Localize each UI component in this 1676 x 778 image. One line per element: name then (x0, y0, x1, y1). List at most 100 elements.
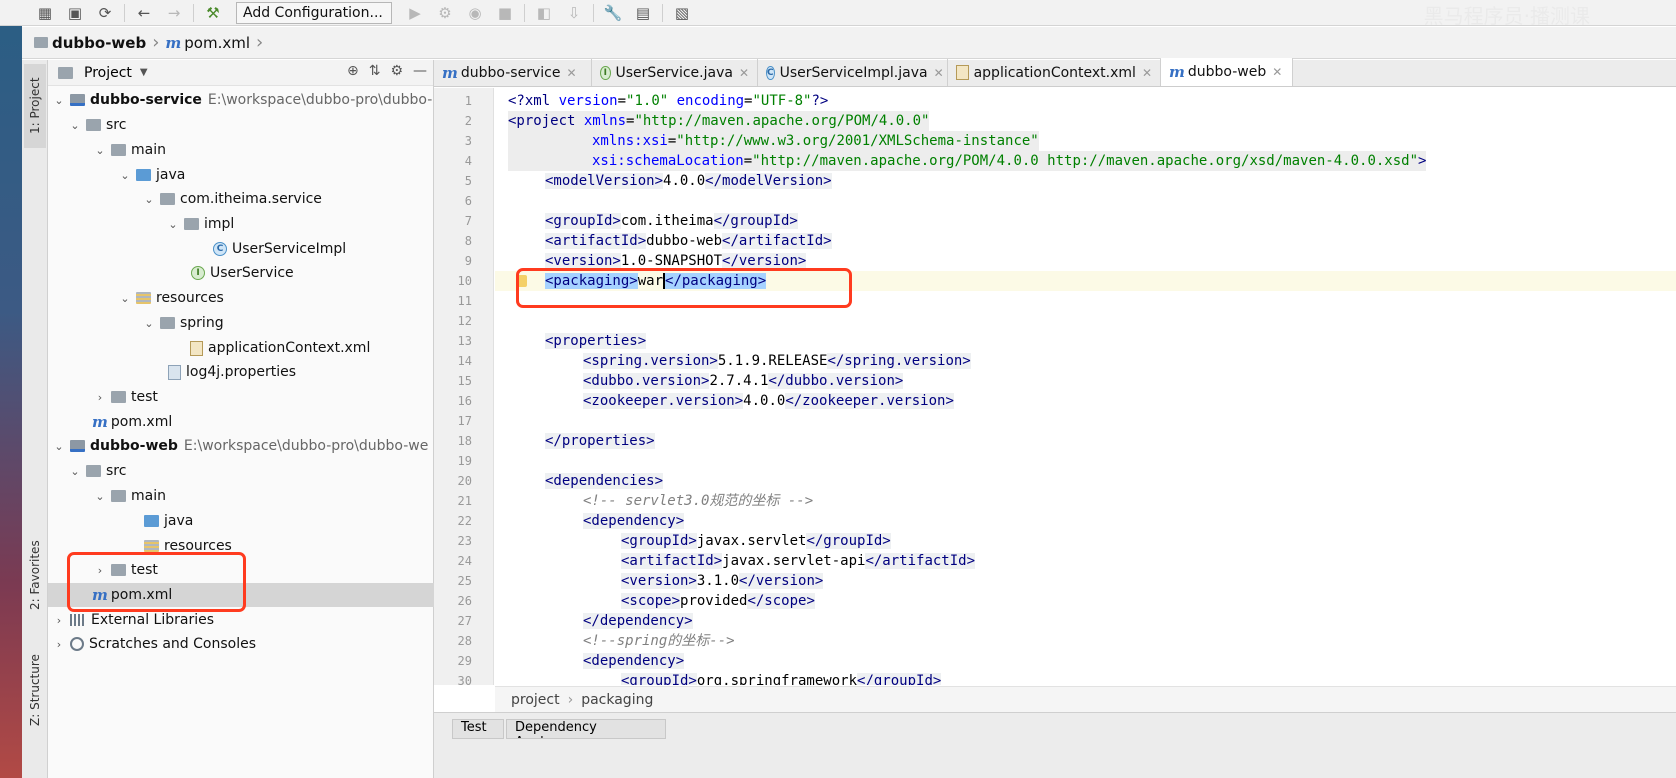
close-icon[interactable]: ✕ (739, 66, 749, 80)
tab-userservice-java[interactable]: I UserService.java ✕ (592, 59, 758, 86)
tree-item-java[interactable]: java (48, 509, 434, 533)
token: xmlns (583, 113, 627, 129)
chevron-down-icon[interactable]: ⌄ (142, 193, 156, 206)
code-line-24: <artifactId>javax.servlet-api</artifactI… (621, 551, 976, 571)
project-view-icon (58, 66, 73, 79)
tree-item-dubbo-web[interactable]: ⌄ dubbo-web E:\workspace\dubbo-pro\dubbo-w… (48, 434, 434, 458)
bottom-tab-test[interactable]: Test (452, 719, 504, 739)
module-path: E:\workspace\dubbo-pro\dubbo-we (183, 438, 429, 454)
maven-icon: m (1169, 63, 1185, 81)
breadcrumb-project[interactable]: project (511, 692, 560, 708)
tree-item-package[interactable]: ⌄ com.itheima.service (48, 187, 434, 211)
chevron-down-icon[interactable]: ⌄ (142, 317, 156, 330)
token: <dubbo.version> (583, 373, 710, 389)
chevron-right-icon[interactable]: › (93, 391, 107, 404)
line-number: 15 (457, 374, 472, 388)
chevron-right-icon[interactable]: › (52, 614, 66, 627)
run-configuration-select[interactable]: Add Configuration... (236, 1, 392, 24)
chevron-down-icon[interactable]: ⌄ (118, 292, 132, 305)
save-icon[interactable]: ▣ (60, 1, 90, 25)
tab-dubbo-web[interactable]: m dubbo-web ✕ (1161, 58, 1293, 86)
settings-wrench-icon[interactable]: 🔧 (598, 1, 628, 25)
tab-userserviceimpl-java[interactable]: C UserServiceImpl.java ✕ (758, 59, 948, 86)
tree-item-resources[interactable]: ⌄ resources (48, 286, 434, 310)
collapse-icon[interactable]: ⇅ (369, 63, 381, 79)
tool-tab-project[interactable]: 1: Project (24, 64, 46, 148)
chevron-down-icon[interactable]: ⌄ (68, 465, 82, 478)
run-icon[interactable]: ▶ (400, 1, 430, 25)
bottom-tab-dependency-analyzer[interactable]: Dependency Analyzer (506, 719, 666, 739)
breadcrumb-packaging[interactable]: packaging (581, 692, 653, 708)
tree-item-userserviceimpl[interactable]: C UserServiceImpl (48, 237, 434, 261)
interface-icon: I (600, 65, 611, 80)
chevron-down-icon[interactable]: ⌄ (118, 169, 132, 182)
stop-icon[interactable]: ■ (490, 1, 520, 25)
close-icon[interactable]: ✕ (934, 66, 944, 80)
chevron-right-icon[interactable]: › (52, 638, 66, 651)
tree-item-scratches[interactable]: › Scratches and Consoles (48, 632, 434, 656)
token: xsi:schemaLocation (592, 153, 744, 169)
tree-item-impl[interactable]: ⌄ impl (48, 212, 434, 236)
close-icon[interactable]: ✕ (566, 66, 576, 80)
folder-icon (111, 490, 126, 502)
tree-item-src[interactable]: ⌄ src (48, 459, 434, 483)
build-hammer-icon[interactable]: ⚒ (198, 1, 228, 25)
tree-label: pom.xml (110, 414, 173, 430)
terminal-icon[interactable]: ▧ (667, 1, 697, 25)
token: encoding (668, 93, 745, 109)
token: <groupId> (621, 673, 697, 685)
chevron-down-icon[interactable]: ⌄ (93, 144, 107, 157)
tool-tab-structure[interactable]: Z: Structure (24, 640, 46, 740)
close-icon[interactable]: ✕ (1142, 66, 1152, 80)
code-editor[interactable]: <?xml version="1.0" encoding="UTF-8"?> <… (495, 88, 1676, 685)
package-icon (160, 193, 175, 205)
forward-icon[interactable]: → (159, 1, 189, 25)
open-folder-icon[interactable]: ▦ (30, 1, 60, 25)
tool-tab-favorites[interactable]: 2: Favorites (24, 520, 46, 630)
tree-item-userservice[interactable]: I UserService (48, 261, 434, 285)
project-view-select[interactable]: Project (84, 65, 132, 81)
nav-file[interactable]: m pom.xml › (165, 32, 269, 53)
token: 1.0-SNAPSHOT (620, 253, 723, 269)
update-icon[interactable]: ⇩ (559, 1, 589, 25)
tree-item-main[interactable]: ⌄ main (48, 484, 434, 508)
gear-icon[interactable]: ⚙ (390, 63, 403, 79)
chevron-down-icon[interactable]: ⌄ (166, 218, 180, 231)
coverage-icon[interactable]: ◉ (460, 1, 490, 25)
close-icon[interactable]: ✕ (1272, 65, 1282, 79)
attach-icon[interactable]: ◧ (529, 1, 559, 25)
chevron-down-icon[interactable]: ▼ (140, 67, 148, 78)
project-structure-icon[interactable]: ▤ (628, 1, 658, 25)
locate-icon[interactable]: ⊕ (347, 63, 359, 79)
tree-item-spring[interactable]: ⌄ spring (48, 311, 434, 335)
tree-item-src[interactable]: ⌄ src (48, 113, 434, 137)
tree-label: test (131, 389, 158, 405)
token: </version> (722, 253, 807, 269)
tree-item-dubbo-service[interactable]: ⌄ dubbo-service E:\workspace\dubbo-pro\dub… (48, 88, 434, 112)
hide-icon[interactable]: — (413, 63, 427, 79)
chevron-down-icon[interactable]: ⌄ (68, 119, 82, 132)
line-number: 8 (464, 234, 472, 248)
tab-applicationcontext-xml[interactable]: applicationContext.xml ✕ (948, 59, 1161, 86)
class-icon: C (766, 65, 775, 80)
chevron-down-icon[interactable]: ⌄ (52, 440, 66, 453)
tree-item-test[interactable]: › test (48, 385, 434, 409)
code-line-30: <groupId>org.springframework</groupId> (621, 671, 942, 685)
chevron-down-icon[interactable]: ⌄ (52, 94, 66, 107)
line-number: 13 (457, 334, 472, 348)
tree-item-applicationcontext[interactable]: applicationContext.xml (48, 336, 434, 360)
tab-dubbo-service[interactable]: m dubbo-service ✕ (434, 59, 592, 86)
tree-item-log4j[interactable]: log4j.properties (48, 360, 434, 384)
toolbar-separator (124, 3, 125, 22)
debug-icon[interactable]: ⚙ (430, 1, 460, 25)
tool-tab-structure-label: Z: Structure (28, 654, 42, 726)
token: > (1418, 153, 1427, 169)
tree-item-main[interactable]: ⌄ main (48, 138, 434, 162)
back-icon[interactable]: ← (129, 1, 159, 25)
nav-project[interactable]: dubbo-web › (34, 32, 165, 53)
line-number: 23 (457, 534, 472, 548)
tree-item-java[interactable]: ⌄ java (48, 163, 434, 187)
tree-item-pom-service[interactable]: m pom.xml (48, 410, 434, 434)
sync-icon[interactable]: ⟳ (90, 1, 120, 25)
chevron-down-icon[interactable]: ⌄ (93, 490, 107, 503)
